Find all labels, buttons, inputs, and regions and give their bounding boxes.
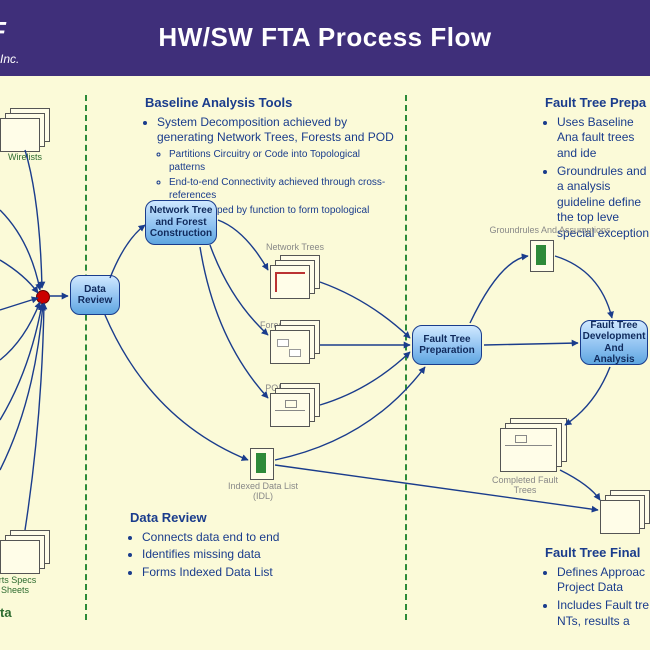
bullet: Identifies missing data	[142, 547, 330, 563]
bullet: Defines Approac Project Data	[557, 565, 650, 596]
heading-ft-prep: Fault Tree Prepa	[545, 95, 650, 112]
section-ft-preparation: Fault Tree Prepa Uses Baseline Ana fault…	[545, 95, 650, 244]
sub-bullet: End-to-end Connectivity achieved through…	[169, 176, 395, 202]
label-idl: Indexed Data List (IDL)	[223, 482, 303, 502]
bullet: System Decomposition achieved by generat…	[157, 115, 395, 146]
bullet: Forms Indexed Data List	[142, 565, 330, 581]
doc-final-report	[600, 490, 648, 532]
footer-data-label: ta	[0, 605, 12, 620]
doc-wirelists	[0, 108, 48, 150]
label-groundrules: Groundrules And Assumptions	[480, 225, 620, 235]
label-wirelists: Wirelists	[0, 152, 65, 162]
heading-baseline: Baseline Analysis Tools	[145, 95, 395, 112]
phase-separator-2	[405, 95, 407, 620]
slide: F HW/SW FTA Process Flow Inc. Baseline A…	[0, 0, 650, 650]
proc-data-review: Data Review	[70, 275, 120, 315]
label-network-trees: Network Trees	[255, 242, 335, 252]
bullet: Connects data end to end	[142, 530, 330, 546]
label-parts-specs: arts Specs Sheets	[0, 575, 50, 595]
doc-parts-specs	[0, 530, 48, 572]
phase-separator-1	[85, 95, 87, 620]
proc-fault-tree-preparation: Fault Tree Preparation	[412, 325, 482, 365]
bullet: Includes Fault tre NTs, results a	[557, 598, 650, 629]
section-ft-finalization: Fault Tree Final Defines Approac Project…	[545, 545, 650, 631]
doc-pod	[270, 383, 318, 425]
heading-ft-final: Fault Tree Final	[545, 545, 650, 562]
proc-fault-tree-development: Fault Tree Development And Analysis	[580, 320, 648, 365]
doc-forests	[270, 320, 318, 362]
label-completed-ft: Completed Fault Trees	[485, 475, 565, 495]
heading-data-review: Data Review	[130, 510, 330, 527]
section-data-review: Data Review Connects data end to end Ide…	[130, 510, 330, 583]
doc-idl	[250, 448, 274, 480]
doc-network-trees	[270, 255, 318, 297]
logo-mark: F	[0, 16, 6, 47]
doc-completed-fault-trees	[500, 418, 570, 473]
convergence-node	[36, 290, 50, 304]
doc-groundrules	[530, 240, 554, 272]
title-band: F HW/SW FTA Process Flow Inc.	[0, 4, 650, 76]
slide-title: HW/SW FTA Process Flow	[0, 4, 650, 53]
proc-network-tree-forest: Network Tree and Forest Construction	[145, 200, 217, 245]
bullet: Uses Baseline Ana fault trees and ide	[557, 115, 650, 162]
company-name-suffix: Inc.	[0, 52, 19, 66]
sub-bullet: Partitions Circuitry or Code into Topolo…	[169, 148, 395, 174]
